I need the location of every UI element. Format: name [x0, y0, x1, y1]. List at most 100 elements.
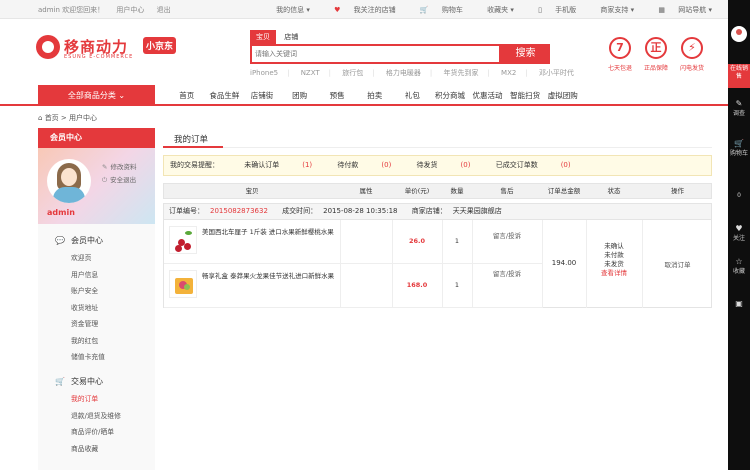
cart-icon: 🛒: [55, 377, 65, 386]
sidebar-item-stored-card[interactable]: 储值卡充值: [38, 349, 155, 366]
safe-logout-link[interactable]: ⏻ 安全退出: [102, 174, 136, 185]
breadcrumb: ⌂ 首页 > 用户中心: [38, 114, 98, 122]
hot-keyword[interactable]: 旅行包: [342, 69, 363, 77]
view-details-link[interactable]: 查看详情: [586, 269, 642, 278]
col-price: 单价(元): [404, 187, 430, 195]
nav-item-package[interactable]: 礼包: [394, 85, 432, 106]
sitenav-menu[interactable]: ▦ 网站导航 ▾: [647, 6, 712, 14]
page-title-bar: 我的订单: [163, 128, 712, 148]
my-info-menu[interactable]: 我的信息 ▾: [265, 6, 310, 14]
hot-keywords: iPhone5 | NZXT | 旅行包 | 格力电暖器 | 年货先到家 | MX2 | 邓…: [250, 69, 574, 77]
favorites-menu[interactable]: 收藏夹 ▾: [476, 6, 514, 14]
follow-button[interactable]: ♥ 关注: [728, 225, 750, 243]
breadcrumb-current: 用户中心: [69, 114, 98, 122]
search-tab-item[interactable]: 宝贝: [250, 30, 276, 44]
sidebar-item-favorites[interactable]: 商品收藏: [38, 441, 155, 458]
collect-button[interactable]: ☆ 收藏: [728, 258, 750, 276]
nav-item-smart-shopping[interactable]: 智能扫货: [506, 85, 544, 106]
col-qty: 数量: [450, 187, 464, 195]
all-categories-button[interactable]: 全部商品分类 ⌄: [38, 85, 155, 106]
sidebar-section-title: 🛒 交易中心: [55, 377, 103, 386]
online-sales-button[interactable]: 在线销售: [728, 64, 750, 88]
nav-item-home[interactable]: 首页: [168, 85, 206, 106]
sidebar-item-reviews[interactable]: 商品评价/晒单: [38, 424, 155, 441]
product-name-link[interactable]: 畅享礼盒 泰莽果火龙果佳节送礼进口新鲜水果: [202, 271, 340, 281]
sidebar-item-red-packets[interactable]: 我的红包: [38, 333, 155, 350]
nav-item-auction[interactable]: 拍卖: [356, 85, 394, 106]
nav-item-fresh-food[interactable]: 食品生鲜: [206, 85, 244, 106]
order-body: 美国西北车厘子 1斤装 进口水果新鲜樱桃水果 26.0 1 留言/投诉 畅享礼盒…: [163, 220, 712, 308]
chat-icon: 💬: [55, 236, 65, 245]
sidebar-item-address[interactable]: 收货地址: [38, 300, 155, 317]
search-tab-store[interactable]: 店铺: [278, 30, 304, 44]
edit-icon: ✎: [735, 99, 743, 108]
my-stores-link[interactable]: ♥ 我关注的店铺: [323, 6, 396, 14]
cart-sidebar-button[interactable]: 🛒 购物车: [728, 140, 750, 158]
sidebar-item-funds[interactable]: 资金管理: [38, 316, 155, 333]
seven-day-icon: 7: [609, 37, 631, 59]
order-time: 2015-08-28 10:35:18: [323, 207, 398, 215]
reminder-done[interactable]: 已成交订单数 (0): [496, 161, 571, 169]
reminder-unconfirmed[interactable]: 未确认订单 (1): [244, 161, 312, 169]
sidebar: 会员中心 admin ✎ 修改资料 ⏻ 安全退出 💬 会员中心 欢迎页 用户信息 账户…: [38, 128, 155, 470]
sidebar-section-trade: 🛒 交易中心 我的订单 退款/退货及维修 商品评价/晒单 商品收藏: [38, 373, 155, 457]
cart-icon: 🛒: [419, 6, 429, 14]
sidebar-item-refunds[interactable]: 退款/退货及维修: [38, 408, 155, 425]
nav-item-store-street[interactable]: 店铺街: [243, 85, 281, 106]
logo-mark-icon: [36, 35, 60, 59]
cancel-order-button[interactable]: 取消订单: [642, 259, 713, 269]
hot-keyword[interactable]: iPhone5: [250, 69, 278, 77]
nav-item-points-mall[interactable]: 积分商城: [431, 85, 469, 106]
cart-count: 0: [737, 192, 741, 199]
nav-items: 首页 食品生鲜 店铺街 团购 预售 拍卖 礼包 积分商城 优惠活动 智能扫货 虚拟团购: [168, 85, 582, 106]
lightning-icon: ⚡: [681, 37, 703, 59]
product-image-cherry[interactable]: [169, 226, 197, 254]
sidebar-item-my-orders[interactable]: 我的订单: [38, 391, 155, 408]
store-link[interactable]: 天天果园旗舰店: [453, 207, 502, 215]
order-status: 未确认 未付款 未发货 查看详情: [586, 242, 642, 278]
genuine-icon: 正: [645, 37, 667, 59]
sidebar-item-welcome[interactable]: 欢迎页: [38, 250, 155, 267]
nav-item-presale[interactable]: 预售: [318, 85, 356, 106]
badge-fast-delivery: ⚡ 闪电发货: [672, 37, 712, 72]
search-button[interactable]: 搜索: [501, 44, 550, 64]
cart-link[interactable]: 🛒 购物车: [409, 6, 463, 14]
merchant-menu[interactable]: 商家支持 ▾: [589, 6, 634, 14]
star-icon: ☆: [735, 257, 743, 266]
table-row: 畅享礼盒 泰莽果火龙果佳节送礼进口新鲜水果 168.0 1 留言/投诉: [164, 264, 542, 308]
hot-keyword[interactable]: 年货先到家: [443, 69, 478, 77]
hot-keyword[interactable]: MX2: [501, 69, 516, 77]
nav-item-promotions[interactable]: 优惠活动: [469, 85, 507, 106]
nav-item-group-buy[interactable]: 团购: [281, 85, 319, 106]
table-row: 美国西北车厘子 1斤装 进口水果新鲜樱桃水果 26.0 1 留言/投诉: [164, 220, 542, 264]
survey-button[interactable]: ✎ 调查: [728, 100, 750, 118]
product-image-gift-box[interactable]: [169, 270, 197, 298]
qrcode-button[interactable]: ▣: [728, 300, 750, 310]
mobile-link[interactable]: ▯ 手机版: [527, 6, 576, 14]
sidebar-title: 会员中心: [38, 128, 155, 148]
order-number-link[interactable]: 2015082873632: [210, 207, 268, 215]
aftersale-link[interactable]: 留言/投诉: [472, 268, 542, 278]
hot-keyword[interactable]: 邓小平时代: [539, 69, 574, 77]
avatar: [47, 159, 91, 203]
hot-keyword[interactable]: 格力电暖器: [386, 69, 421, 77]
search-input[interactable]: [252, 46, 499, 62]
breadcrumb-home[interactable]: 首页: [45, 114, 59, 122]
sidebar-item-user-info[interactable]: 用户信息: [38, 267, 155, 284]
nav-item-virtual-group[interactable]: 虚拟团购: [544, 85, 582, 106]
col-status: 状态: [607, 187, 621, 195]
cart-icon: 🛒: [734, 139, 744, 148]
aftersale-link[interactable]: 留言/投诉: [472, 230, 542, 240]
sidebar-item-account-security[interactable]: 账户安全: [38, 283, 155, 300]
logout-link[interactable]: 退出: [157, 6, 171, 14]
reminder-unshipped[interactable]: 待发货 (0): [417, 161, 471, 169]
chevron-down-icon: ⌄: [118, 91, 126, 100]
product-name-link[interactable]: 美国西北车厘子 1斤装 进口水果新鲜樱桃水果: [202, 227, 340, 237]
user-avatar-icon[interactable]: [731, 26, 747, 42]
reminder-unpaid[interactable]: 待付款 (0): [337, 161, 391, 169]
user-center-link[interactable]: 用户中心: [116, 6, 144, 14]
table-header: 宝贝 属性 单价(元) 数量 售后 订单总金额 状态 操作: [163, 183, 712, 199]
edit-profile-link[interactable]: ✎ 修改资料: [102, 161, 136, 171]
logo-tag: 小京东: [143, 37, 177, 54]
hot-keyword[interactable]: NZXT: [301, 69, 320, 77]
